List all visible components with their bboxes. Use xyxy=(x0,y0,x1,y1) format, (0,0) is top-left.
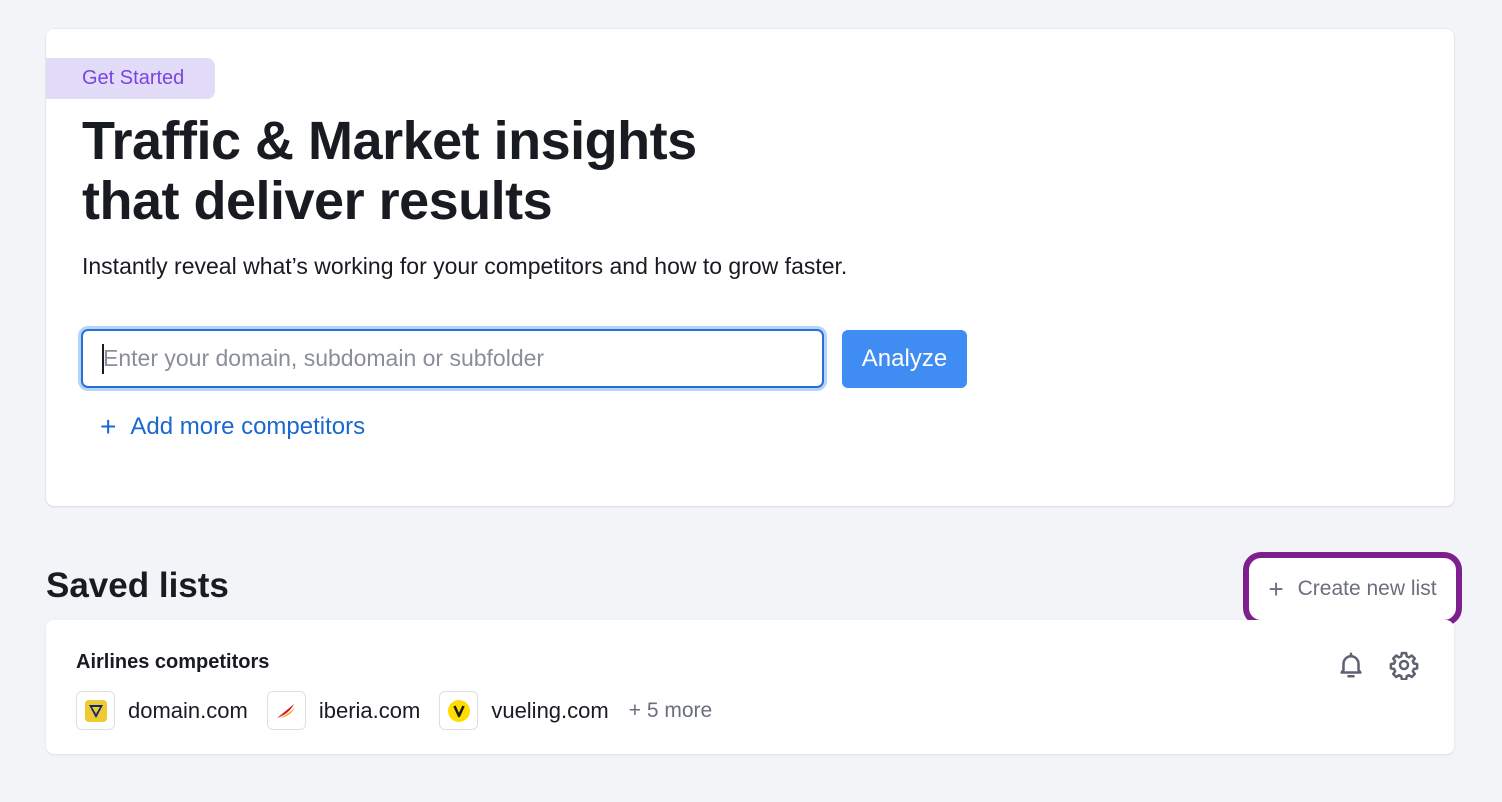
iberia-logo-icon xyxy=(266,691,306,730)
domain-name: iberia.com xyxy=(318,697,421,723)
domain-name: domain.com xyxy=(128,697,248,723)
page-title-line-2: that deliver results xyxy=(82,171,553,231)
page-title-line-1: Traffic & Market insights xyxy=(82,111,697,171)
domain-input[interactable] xyxy=(81,329,824,388)
text-caret xyxy=(102,344,104,374)
create-list-highlight: + Create new list xyxy=(1243,552,1462,626)
domain-chip[interactable]: domain.com xyxy=(76,691,248,730)
plus-icon: + xyxy=(1268,574,1284,604)
add-competitors-label: Add more competitors xyxy=(130,413,366,440)
domain-chip[interactable]: iberia.com xyxy=(266,691,421,730)
gear-icon[interactable] xyxy=(1389,650,1419,680)
create-new-list-label: Create new list xyxy=(1297,577,1437,600)
create-new-list-button[interactable]: + Create new list xyxy=(1257,566,1448,612)
get-started-badge: Get Started xyxy=(46,58,215,99)
analyze-button[interactable]: Analyze xyxy=(842,330,967,388)
bell-icon[interactable] xyxy=(1336,650,1366,680)
page-title: Traffic & Market insights that deliver r… xyxy=(82,111,697,231)
saved-list-card[interactable]: Airlines competitors domain.com iberia.c… xyxy=(46,620,1454,754)
list-name: Airlines competitors xyxy=(76,651,270,673)
page-subtitle: Instantly reveal what’s working for your… xyxy=(82,253,848,279)
domain-chip[interactable]: vueling.com xyxy=(439,691,609,730)
domain-name: vueling.com xyxy=(491,697,609,723)
hero-card: Get Started Traffic & Market insights th… xyxy=(46,29,1454,506)
saved-lists-title: Saved lists xyxy=(46,566,229,605)
add-competitors-link[interactable]: + Add more competitors xyxy=(100,413,365,441)
vueling-v-icon xyxy=(439,691,479,730)
more-domains-link[interactable]: + 5 more xyxy=(629,699,712,723)
domain-list: domain.com iberia.com vueling.com + 5 mo… xyxy=(76,690,712,731)
plus-icon: + xyxy=(100,411,117,442)
ryanair-harp-icon xyxy=(76,691,115,730)
